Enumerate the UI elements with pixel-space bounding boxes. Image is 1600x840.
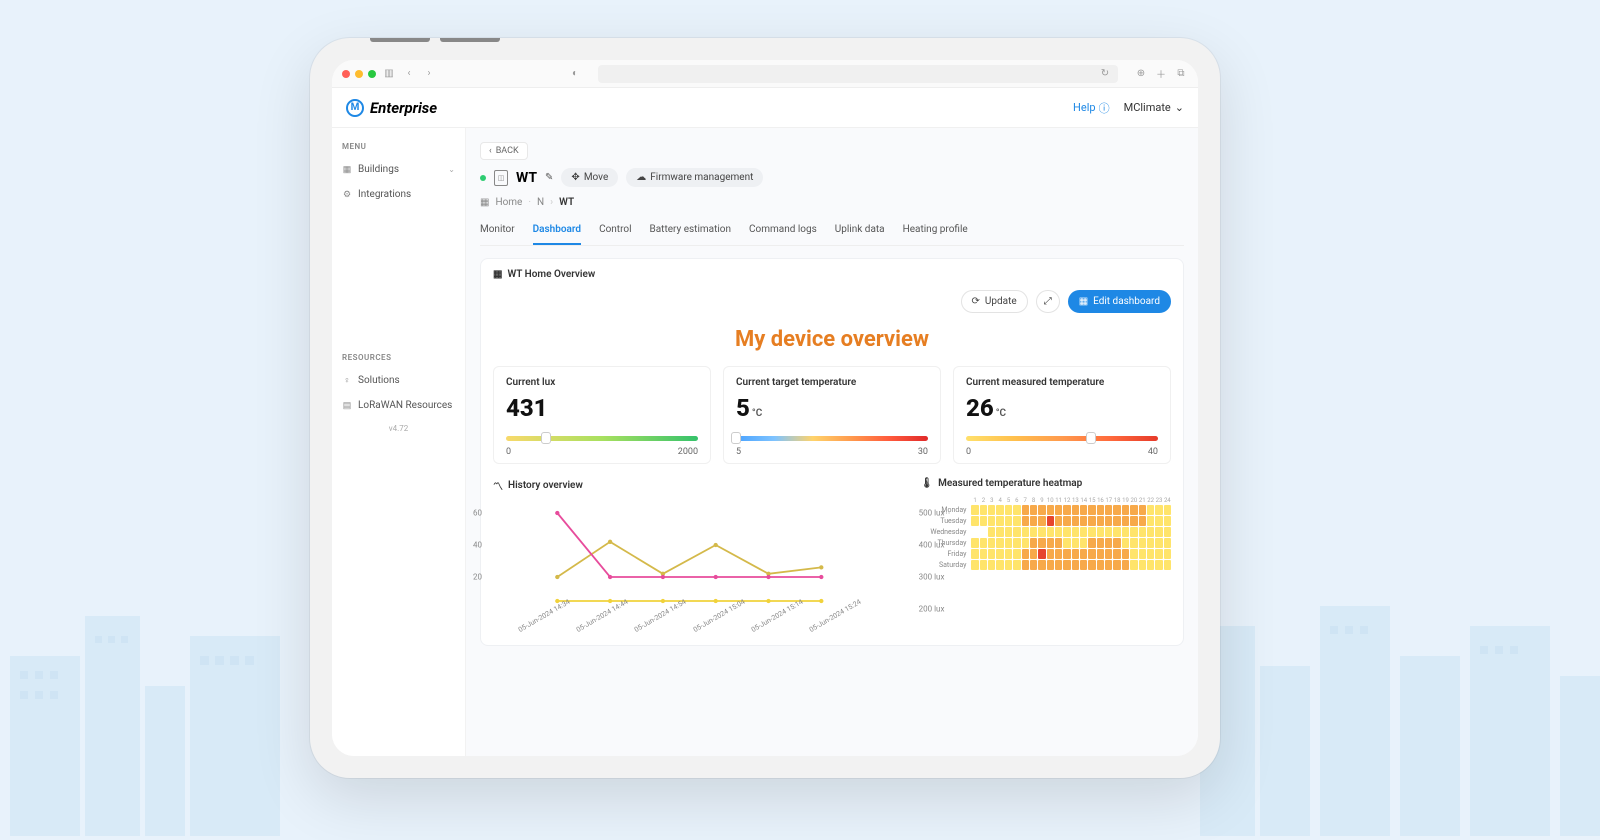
history-line-chart[interactable]: 604020200 lux300 lux400 lux500 lux⋯ [493,501,906,621]
main-content: ‹ BACK ◫ WT ✎ ✥ Move ☁ Firmware manageme… [466,128,1198,756]
gauge-handle[interactable] [541,432,551,444]
tab-dashboard[interactable]: Dashboard [533,218,581,245]
breadcrumb-n[interactable]: N [537,197,544,208]
overview-title: My device overview [493,327,1171,352]
tab-control[interactable]: Control [599,218,631,245]
reload-icon[interactable]: ↻ [1098,67,1112,81]
chevron-left-icon: ‹ [489,146,492,156]
chevron-down-icon: ⌄ [448,165,455,174]
update-button[interactable]: ⟳ Update [961,290,1028,313]
heatmap-panel: 🌡 Measured temperature heatmap 123456789… [920,478,1171,635]
edit-dashboard-button[interactable]: ▦ Edit dashboard [1068,290,1171,313]
help-icon: ⓘ [1099,100,1110,116]
max-dot[interactable] [368,70,376,78]
gauge-handle[interactable] [1086,432,1096,444]
device-icon: ◫ [494,170,508,186]
sidebar-section-menu: MENU [332,136,465,157]
min-dot[interactable] [355,70,363,78]
gauge-handle[interactable] [731,432,741,444]
panel-title: ▦ WT Home Overview [493,269,1171,280]
home-icon: ▦ [480,197,489,208]
layout-icon: ▦ [493,269,502,280]
breadcrumb-home[interactable]: Home [495,197,522,208]
dashboard-panel: ▦ WT Home Overview ⟳ Update ⤢ ▦ Edit das… [480,258,1184,646]
sidebar-item-solutions[interactable]: ♀ Solutions [332,368,465,393]
device-name: WT [516,170,537,186]
traffic-lights [342,70,376,78]
edit-name-icon[interactable]: ✎ [545,172,553,183]
download-icon[interactable]: ⊕ [1134,67,1148,81]
fullscreen-button[interactable]: ⤢ [1036,290,1060,313]
back-button[interactable]: ‹ BACK [480,142,528,160]
sidebar: MENU ▦ Buildings ⌄ ⚙ Integrations RESOUR… [332,128,466,756]
back-icon[interactable]: ‹ [402,67,416,81]
user-menu[interactable]: MClimate ⌄ [1124,101,1184,114]
metric-cards: Current lux43102000Current target temper… [493,366,1171,464]
refresh-icon: ⟳ [972,296,980,307]
tab-uplink-data[interactable]: Uplink data [835,218,885,245]
history-chart-panel: 〽 History overview 604020200 lux300 lux4… [493,478,906,635]
building-icon: ▦ [342,165,352,175]
doc-icon: ▤ [342,401,352,411]
sidebar-item-buildings[interactable]: ▦ Buildings ⌄ [332,157,465,182]
tabs: Monitor Dashboard Control Battery estimatio… [480,218,1184,246]
tab-monitor[interactable]: Monitor [480,218,515,245]
close-dot[interactable] [342,70,350,78]
thermometer-icon: 🌡 [920,478,933,489]
screen: ▥ ‹ › ◐ ↻ ⊕ ＋ ⧉ M Enterprise Help ⓘ MCli… [332,60,1198,756]
move-icon: ✥ [571,172,579,183]
gauge[interactable] [736,436,928,441]
brand-logo-icon: M [346,99,364,117]
bulb-icon: ♀ [342,376,352,386]
tablet-frame: ▥ ‹ › ◐ ↻ ⊕ ＋ ⧉ M Enterprise Help ⓘ MCli… [310,38,1220,778]
plus-icon[interactable]: ＋ [1154,67,1168,81]
breadcrumb-current: WT [559,197,574,208]
tab-heating-profile[interactable]: Heating profile [903,218,968,245]
tabs-icon[interactable]: ⧉ [1174,67,1188,81]
gear-icon: ⚙ [342,190,352,200]
metric-card: Current measured temperature26°C040 [953,366,1171,464]
chevron-down-icon: ⌄ [1175,101,1184,114]
app-header: M Enterprise Help ⓘ MClimate ⌄ [332,88,1198,128]
tab-command-logs[interactable]: Command logs [749,218,817,245]
forward-icon[interactable]: › [422,67,436,81]
sidebar-item-lorawan[interactable]: ▤ LoRaWAN Resources [332,393,465,418]
version: v4.72 [332,418,465,439]
move-button[interactable]: ✥ Move [561,168,618,187]
shield-icon[interactable]: ◐ [568,67,582,81]
chart-icon: 〽 [493,478,503,493]
firmware-button[interactable]: ☁ Firmware management [626,168,763,187]
metric-card: Current lux43102000 [493,366,711,464]
gauge[interactable] [966,436,1158,441]
metric-card: Current target temperature5°C530 [723,366,941,464]
sidebar-item-integrations[interactable]: ⚙ Integrations [332,182,465,207]
device-title-row: ◫ WT ✎ ✥ Move ☁ Firmware management [480,168,1184,187]
sidebar-section-resources: RESOURCES [332,347,465,368]
cloud-icon: ☁ [636,172,646,183]
help-link[interactable]: Help ⓘ [1073,100,1110,116]
temperature-heatmap[interactable]: 123456789101112131415161718192021222324M… [920,497,1171,570]
grid-icon: ▦ [1079,296,1088,307]
url-bar[interactable]: ↻ [598,65,1118,83]
expand-icon: ⤢ [1044,296,1052,307]
gauge[interactable] [506,436,698,441]
sidebar-toggle-icon[interactable]: ▥ [382,67,396,81]
breadcrumb: ▦ Home · N › WT [480,197,1184,208]
brand[interactable]: M Enterprise [346,99,437,117]
online-indicator [480,175,486,181]
tab-battery-estimation[interactable]: Battery estimation [650,218,732,245]
browser-bar: ▥ ‹ › ◐ ↻ ⊕ ＋ ⧉ [332,60,1198,88]
brand-name: Enterprise [370,99,437,117]
